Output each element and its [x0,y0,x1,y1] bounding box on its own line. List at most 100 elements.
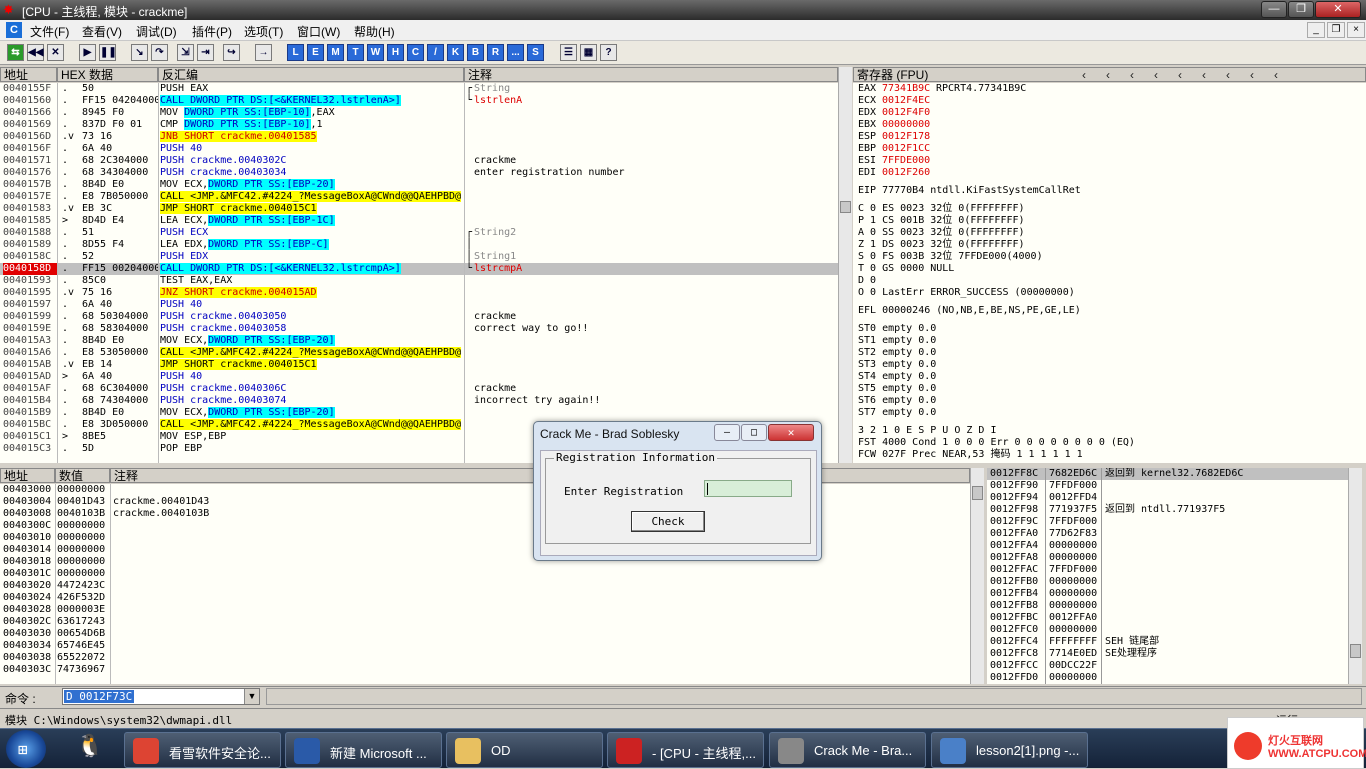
disasm-row[interactable]: 00401571. 68 2C304000 PUSH crackme.0040302… [0,155,838,167]
toolbar-letter-button[interactable]: E [307,44,324,61]
disasm-row[interactable]: 0040156D .v 73 16 JNB SHORT crackme.0040158… [0,131,838,143]
disasm-row[interactable]: 00401599. 68 50304000 PUSH crackme.0040305… [0,311,838,323]
menu-item[interactable]: 调试(D) [136,23,177,40]
disassembly-pane[interactable]: 0040155F. 50 PUSH EAX ┌ String 00401560. FF15 … [0,83,838,463]
stack-scrollbar[interactable] [1348,468,1362,684]
disasm-row[interactable]: 00401583 .v EB 3C JMP SHORT crackme.004015C… [0,203,838,215]
stack-row[interactable]: 0012FFCC 00DCC22F [987,660,1348,672]
taskbar-button[interactable]: - [CPU - 主线程,... [607,732,764,768]
taskbar-button[interactable]: Crack Me - Bra... [769,732,926,768]
minimize-button[interactable]: — [1261,1,1287,18]
disasm-row[interactable]: 004015AF. 68 6C304000 PUSH crackme.0040306… [0,383,838,395]
disasm-row[interactable]: 004015A3. 8B4D E0 MOV ECX,DWORD PTR SS:[EB… [0,335,838,347]
step-over-icon[interactable]: ↷ [151,44,168,61]
dump-row[interactable]: 00403020 4472423C [0,580,970,592]
stack-row[interactable]: 0012FFA0 77D62F83 [987,528,1348,540]
taskbar-button[interactable]: 新建 Microsoft ... [285,732,442,768]
col-header-hex[interactable]: HEX 数据 [57,67,158,82]
dump-row[interactable]: 00403024 426F532D [0,592,970,604]
disasm-row[interactable]: 00401576. 68 34304000 PUSH crackme.0040303… [0,167,838,179]
stack-row[interactable]: 0012FFB4 00000000 [987,588,1348,600]
stack-row[interactable]: 0012FF94 0012FFD4 [987,492,1348,504]
dump-row[interactable]: 00403034 65746E45 [0,640,970,652]
stack-pane[interactable]: 0012FF8C 7682ED6C 返回到 kernel32.7682ED6C 001… [987,468,1348,684]
stack-row[interactable]: 0012FF98 771937F5 返回到 ntdll.771937F5 [987,504,1348,516]
mdi-minimize-button[interactable]: _ [1307,22,1325,38]
toolbar-letter-button[interactable]: K [447,44,464,61]
col-header-disassembly[interactable]: 反汇编 [158,67,464,82]
menu-item[interactable]: 选项(T) [244,23,283,40]
stack-row[interactable]: 0012FF8C 7682ED6C 返回到 kernel32.7682ED6C [987,468,1348,480]
col-header-comment[interactable]: 注释 [464,67,838,82]
toolbar-letter-button[interactable]: / [427,44,444,61]
stack-row[interactable]: 0012FFC4 FFFFFFFF SEH 链尾部 [987,636,1348,648]
window-titlebar[interactable]: ✸ [CPU - 主线程, 模块 - crackme] — ❐ ✕ [0,0,1366,20]
dialog-maximize-button[interactable]: □ [741,424,767,441]
toolbar-letter-button[interactable]: H [387,44,404,61]
trace-over-icon[interactable]: ⇥ [197,44,214,61]
toolbar-letter-button[interactable]: R [487,44,504,61]
toolbar-letter-button[interactable]: W [367,44,384,61]
dump-row[interactable]: 00403030 00654D6B [0,628,970,640]
disasm-row[interactable]: 00401595 .v 75 16 JNZ SHORT crackme.004015A… [0,287,838,299]
execute-till-return-icon[interactable]: ↪ [223,44,240,61]
run-icon[interactable]: ▶ [79,44,96,61]
disasm-row[interactable]: 004015AB .v EB 14 JMP SHORT crackme.004015C… [0,359,838,371]
toolbar-letter-button[interactable]: ... [507,44,524,61]
registration-input[interactable] [704,480,792,497]
disasm-scrollbar[interactable] [838,67,852,463]
disasm-row[interactable]: 004015AD >6A 40 PUSH 40 [0,371,838,383]
open-icon[interactable]: ⇆ [7,44,24,61]
disasm-row[interactable]: 0040155F. 50 PUSH EAX ┌ String [0,83,838,95]
disasm-row[interactable]: 00401585 >8D4D E4 LEA ECX,DWORD PTR SS:[EB… [0,215,838,227]
disasm-row[interactable]: 00401589. 8D55 F4 LEA EDX,DWORD PTR SS:[EB… [0,239,838,251]
toolbar-letter-button[interactable]: S [527,44,544,61]
toolbar-letter-button[interactable]: B [467,44,484,61]
cpu-icon[interactable]: C [6,22,22,38]
qq-penguin-icon[interactable]: 🐧 [70,734,110,764]
dump-row[interactable]: 0040302C 63617243 [0,616,970,628]
dump-row[interactable]: 00403038 65522072 [0,652,970,664]
dump-row[interactable]: 00403004 00401D43 crackme.00401D43 [0,496,970,508]
dump-col-address[interactable]: 地址 [0,468,55,483]
toolbar-letter-button[interactable]: T [347,44,364,61]
stack-row[interactable]: 0012FFD0 00000000 [987,672,1348,684]
dump-row[interactable]: 0040300C 00000000 [0,520,970,532]
menu-item[interactable]: 文件(F) [30,23,69,40]
stack-row[interactable]: 0012FFA4 00000000 [987,540,1348,552]
dialog-close-button[interactable]: ✕ [768,424,814,441]
dump-row[interactable]: 00403014 00000000 [0,544,970,556]
dump-row[interactable]: 00403008 0040103B crackme.0040103B [0,508,970,520]
goto-icon[interactable]: → [255,44,272,61]
mdi-restore-button[interactable]: ❐ [1327,22,1345,38]
close-button[interactable]: ✕ [1315,1,1361,18]
toolbar-letter-button[interactable]: L [287,44,304,61]
menu-item[interactable]: 插件(P) [192,23,232,40]
command-input[interactable]: D 0012F73C ▼ [62,688,260,705]
taskbar-button[interactable]: OD [446,732,603,768]
disasm-row[interactable]: 00401560. FF15 04204000 CALL DWORD PTR DS:… [0,95,838,107]
disasm-row[interactable]: 0040157B. 8B4D E0 MOV ECX,DWORD PTR SS:[EB… [0,179,838,191]
registers-pane[interactable]: EAX 77341B9C RPCRT4.77341B9C ECX 0012F4EC EDX… [853,83,1366,463]
list-icon[interactable]: ☰ [560,44,577,61]
toolbar-letter-button[interactable]: M [327,44,344,61]
dump-row[interactable]: 0040301C 00000000 [0,568,970,580]
dump-row[interactable]: 0040303C 74736967 [0,664,970,676]
taskbar-button[interactable]: 看雪软件安全论... [124,732,281,768]
stack-row[interactable]: 0012FFC8 7714E0ED SE处理程序 [987,648,1348,660]
check-button[interactable]: Check [631,511,705,532]
crackme-dialog[interactable]: Crack Me - Brad Soblesky — □ ✕ Registrat… [533,421,822,561]
dump-row[interactable]: 00403010 00000000 [0,532,970,544]
mdi-close-button[interactable]: × [1347,22,1365,38]
disasm-row[interactable]: 00401566. 8945 F0 MOV DWORD PTR SS:[EBP-10… [0,107,838,119]
restart-icon[interactable]: ◀◀ [27,44,44,61]
disasm-row[interactable]: 004015B4. 68 74304000 PUSH crackme.0040307… [0,395,838,407]
disasm-row[interactable]: 004015B9. 8B4D E0 MOV ECX,DWORD PTR SS:[EB… [0,407,838,419]
disasm-row[interactable]: 004015A6. E8 53050000 CALL <JMP.&MFC42.#42… [0,347,838,359]
stack-row[interactable]: 0012FF9C 7FFDF000 [987,516,1348,528]
start-button[interactable]: ⊞ [6,730,46,768]
dump-row[interactable]: 00403000 00000000 [0,484,970,496]
stack-row[interactable]: 0012FFB0 00000000 [987,576,1348,588]
disasm-row[interactable]: 00401569. 837D F0 01 CMP DWORD PTR SS:[EBP… [0,119,838,131]
dump-row[interactable]: 00403028 0000003E [0,604,970,616]
